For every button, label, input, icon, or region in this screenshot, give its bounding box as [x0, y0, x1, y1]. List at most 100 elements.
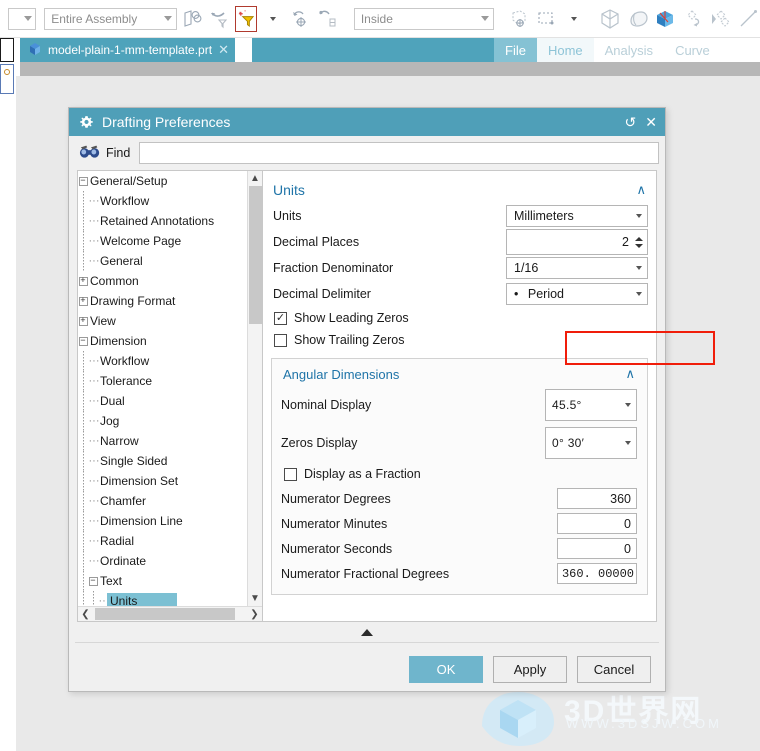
show-leading-zeros-row[interactable]: ✓ Show Leading Zeros	[271, 307, 648, 329]
dialog-collapse-strip[interactable]	[69, 622, 665, 642]
nominal-display-dropdown[interactable]: 45.5°	[545, 389, 637, 421]
display-as-fraction-row[interactable]: Display as a Fraction	[281, 462, 637, 486]
decimal-delimiter-dropdown[interactable]: • Period	[506, 283, 648, 305]
tree-item-general-setup[interactable]: − General/Setup	[78, 171, 247, 191]
apply-button[interactable]: Apply	[493, 655, 567, 683]
numerator-fractional-degrees-input[interactable]: 360. 00000	[557, 563, 637, 584]
tree-expander-cell[interactable]: −	[78, 171, 88, 191]
tree-vertical-scrollbar[interactable]: ▲ ▼	[247, 171, 262, 606]
tree-expander-cell[interactable]: +	[78, 291, 88, 311]
display-as-fraction-checkbox[interactable]	[284, 467, 297, 481]
filter-funnel-icon[interactable]	[207, 4, 231, 34]
scroll-down-icon[interactable]: ▼	[247, 591, 262, 606]
tree-item-chamfer[interactable]: ··· Chamfer	[78, 491, 247, 511]
left-palette-bottom[interactable]	[0, 64, 14, 94]
stepper-arrows-icon[interactable]	[635, 236, 643, 248]
tree-item-general[interactable]: ··· General	[78, 251, 247, 271]
move-object-icon[interactable]	[681, 4, 705, 34]
work-part-icon[interactable]	[506, 4, 530, 34]
fraction-denominator-dropdown[interactable]: 1/16	[506, 257, 648, 279]
dropdown-arrow-icon[interactable]	[260, 4, 284, 34]
colored-box-icon[interactable]	[653, 4, 677, 34]
assembly-filter-dropdown[interactable]: Entire Assembly	[44, 7, 177, 30]
tree-item-dimension[interactable]: − Dimension	[78, 331, 247, 351]
tree-expander-cell[interactable]: −	[88, 571, 98, 591]
tree-item-text[interactable]: − Text	[78, 571, 247, 591]
tree-item-radial[interactable]: ··· Radial	[78, 531, 247, 551]
tree-item-dimension-line[interactable]: ··· Dimension Line	[78, 511, 247, 531]
rectangle-select-icon[interactable]	[534, 4, 558, 34]
numerator-degrees-input[interactable]: 360	[557, 488, 637, 509]
ok-button[interactable]: OK	[409, 655, 483, 683]
tree-expander-cell[interactable]: −	[78, 331, 88, 351]
tree-hscroll-track[interactable]	[93, 607, 247, 622]
tree-item-single-sided[interactable]: ··· Single Sided	[78, 451, 247, 471]
line-icon[interactable]	[736, 4, 760, 34]
tab-analysis[interactable]: Analysis	[594, 38, 664, 62]
decimal-places-stepper[interactable]: 2	[506, 229, 648, 255]
angular-section-header[interactable]: Angular Dimensions ∧	[281, 362, 637, 386]
tree-expander-cell[interactable]: +	[78, 311, 88, 331]
tree-vscroll-thumb[interactable]	[248, 186, 262, 324]
tab-file[interactable]: File	[494, 38, 537, 62]
show-leading-zeros-checkbox[interactable]: ✓	[274, 311, 287, 325]
selection-filter-icon[interactable]	[234, 5, 258, 32]
tree-item-drawing-format[interactable]: + Drawing Format	[78, 291, 247, 311]
tree-item-ordinate[interactable]: ··· Ordinate	[78, 551, 247, 571]
tree-item-dimension-set[interactable]: ··· Dimension Set	[78, 471, 247, 491]
tree-item-workflow[interactable]: ··· Workflow	[78, 191, 247, 211]
cancel-button[interactable]: Cancel	[577, 655, 651, 683]
scroll-right-icon[interactable]: ❯	[247, 609, 262, 620]
scroll-up-icon[interactable]: ▲	[247, 171, 262, 186]
shaded-view-icon[interactable]	[626, 4, 650, 34]
pattern-icon[interactable]	[708, 4, 732, 34]
find-input[interactable]	[139, 142, 659, 164]
numerator-minutes-input[interactable]: 0	[557, 513, 637, 534]
view-box-icon[interactable]	[598, 4, 622, 34]
close-icon[interactable]: ✕	[645, 114, 657, 131]
tab-home[interactable]: Home	[536, 38, 594, 62]
tree-item-welcome-page[interactable]: ··· Welcome Page	[78, 231, 247, 251]
tree-horizontal-scrollbar[interactable]: ❮ ❯	[78, 606, 262, 621]
tree-item-tolerance[interactable]: ··· Tolerance	[78, 371, 247, 391]
tree-item-common[interactable]: + Common	[78, 271, 247, 291]
chevron-up-icon[interactable]	[361, 628, 373, 636]
stepper-up-icon[interactable]	[635, 236, 643, 241]
tree-item-retained-annotations[interactable]: ··· Retained Annotations	[78, 211, 247, 231]
tree-item-narrow[interactable]: ··· Narrow	[78, 431, 247, 451]
numerator-seconds-input[interactable]: 0	[557, 538, 637, 559]
datum-filter-icon[interactable]	[315, 4, 339, 34]
tree-item-view[interactable]: + View	[78, 311, 247, 331]
close-icon[interactable]: ✕	[218, 42, 229, 58]
collapse-icon[interactable]: −	[78, 336, 88, 346]
inside-filter-dropdown[interactable]: Inside	[353, 7, 494, 30]
dialog-title-bar[interactable]: Drafting Preferences ↺ ✕	[69, 108, 665, 136]
zeros-display-dropdown[interactable]: 0° 30′	[545, 427, 637, 459]
scroll-left-icon[interactable]: ❮	[78, 609, 93, 620]
tree-expander-cell[interactable]: +	[78, 271, 88, 291]
snap-point-icon[interactable]	[288, 4, 312, 34]
dropdown-arrow-icon[interactable]	[561, 4, 585, 34]
toolbar-small-dropdown[interactable]	[7, 7, 37, 30]
tree-item-workflow[interactable]: ··· Workflow	[78, 351, 247, 371]
show-trailing-zeros-row[interactable]: Show Trailing Zeros	[271, 329, 648, 351]
reset-icon[interactable]: ↺	[625, 114, 637, 131]
units-dropdown[interactable]: Millimeters	[506, 205, 648, 227]
stepper-down-icon[interactable]	[635, 243, 643, 248]
tree-hscroll-thumb[interactable]	[95, 607, 235, 620]
collapse-icon[interactable]: −	[78, 176, 88, 186]
tree-vscroll-track[interactable]	[247, 186, 262, 591]
assembly-icon[interactable]	[180, 4, 204, 34]
expand-icon[interactable]: +	[78, 296, 88, 306]
expand-icon[interactable]: +	[78, 316, 88, 326]
tree-item-dual[interactable]: ··· Dual	[78, 391, 247, 411]
chevron-up-icon[interactable]: ∧	[636, 182, 646, 198]
chevron-up-icon[interactable]: ∧	[625, 366, 635, 382]
collapse-icon[interactable]: −	[88, 576, 98, 586]
document-tab[interactable]: model-plain-1-mm-template.prt ✕	[20, 38, 235, 62]
show-trailing-zeros-checkbox[interactable]	[274, 333, 287, 347]
tab-curve[interactable]: Curve	[664, 38, 721, 62]
tree-item-jog[interactable]: ··· Jog	[78, 411, 247, 431]
tree-item-units[interactable]: ··· Units	[78, 591, 247, 606]
expand-icon[interactable]: +	[78, 276, 88, 286]
